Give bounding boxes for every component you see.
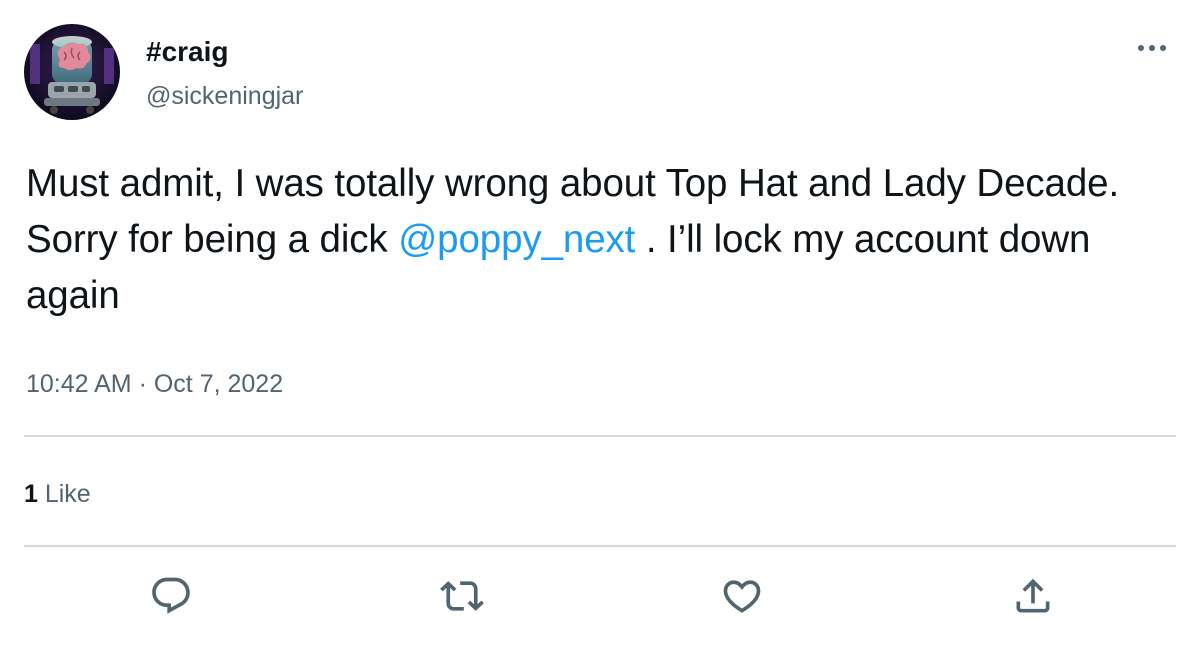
like-button[interactable] xyxy=(712,566,772,626)
tweet-date: Oct 7, 2022 xyxy=(153,370,284,398)
share-button[interactable] xyxy=(1003,566,1063,626)
divider xyxy=(24,545,1176,547)
display-name[interactable]: #craig xyxy=(146,34,229,70)
retweet-button[interactable] xyxy=(432,566,492,626)
like-count: 1 xyxy=(24,480,38,508)
more-options-button[interactable] xyxy=(1132,28,1172,68)
divider xyxy=(24,435,1176,437)
reply-button[interactable] xyxy=(141,566,201,626)
likes-count-link[interactable]: 1 Like xyxy=(24,476,91,512)
more-dots-icon xyxy=(1138,45,1166,51)
user-handle[interactable]: @sickeningjar xyxy=(146,80,303,112)
tweet-text: Must admit, I was totally wrong about To… xyxy=(26,156,1186,324)
tweet-card: #craig @sickeningjar Must admit, I was t… xyxy=(0,0,1200,668)
heart-icon xyxy=(723,580,761,613)
meta-separator: · xyxy=(131,370,154,398)
mention-link[interactable]: @poppy_next xyxy=(398,218,635,261)
action-bar xyxy=(0,566,1200,626)
tweet-time: 10:42 AM xyxy=(26,370,132,398)
avatar[interactable] xyxy=(24,24,120,120)
retweet-icon xyxy=(440,581,484,611)
reply-icon xyxy=(152,577,190,614)
tweet-timestamp[interactable]: 10:42 AM · Oct 7, 2022 xyxy=(26,366,283,402)
share-icon xyxy=(1016,578,1050,613)
like-label: Like xyxy=(37,480,91,508)
brain-in-jar-avatar-icon xyxy=(24,24,120,120)
